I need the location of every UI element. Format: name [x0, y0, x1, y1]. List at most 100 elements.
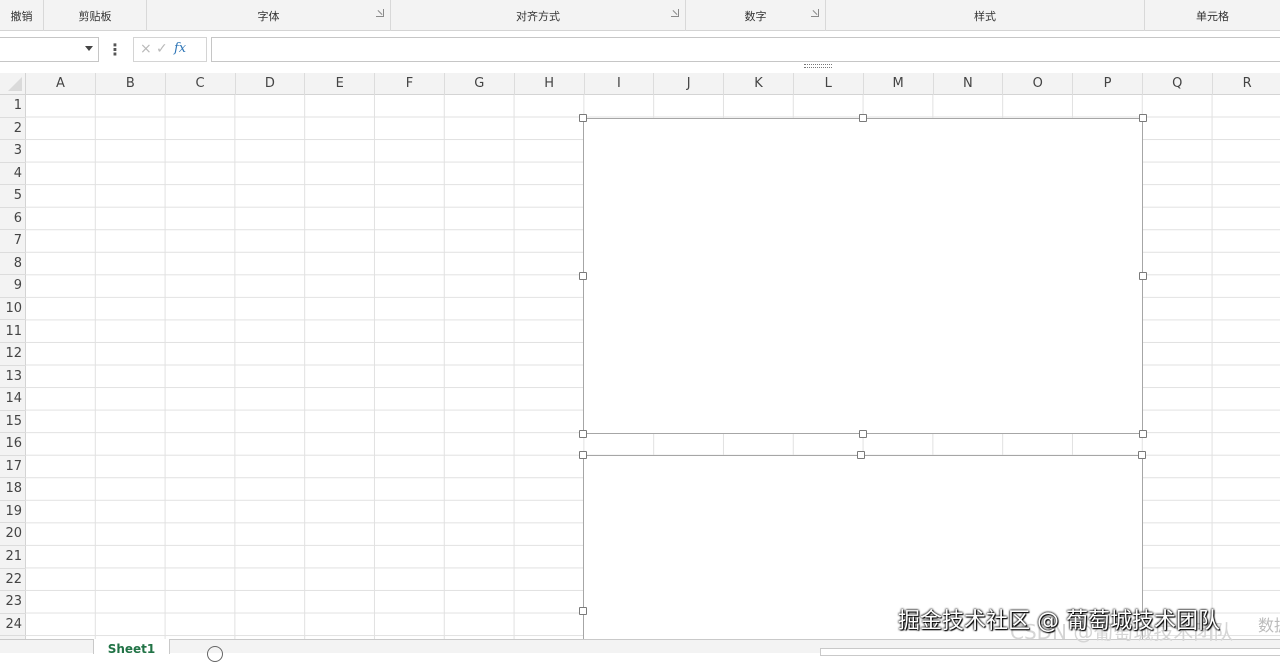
name-box[interactable]: [0, 37, 99, 62]
row-header[interactable]: 19: [0, 501, 26, 524]
formula-bar: ⋮ × ✓ fx: [0, 31, 1280, 73]
row-number: 1: [13, 98, 22, 113]
row-number: 7: [13, 233, 22, 249]
row-header[interactable]: 24: [0, 614, 26, 637]
resize-handle[interactable]: [1139, 114, 1147, 122]
column-header[interactable]: O: [1003, 73, 1074, 95]
column-header[interactable]: D: [235, 73, 306, 95]
row-number: 10: [5, 300, 22, 316]
row-header[interactable]: 8: [0, 253, 26, 276]
sheet-tab[interactable]: Sheet1: [93, 639, 170, 654]
row-header[interactable]: 22: [0, 569, 26, 592]
row-header[interactable]: 14: [0, 388, 26, 411]
row-number: 9: [13, 278, 22, 294]
row-header[interactable]: 2: [0, 118, 26, 141]
row-header[interactable]: 7: [0, 230, 26, 253]
row-header[interactable]: 15: [0, 411, 26, 434]
column-header[interactable]: J: [654, 73, 725, 95]
column-header[interactable]: P: [1073, 73, 1143, 95]
chart-object[interactable]: [583, 118, 1143, 434]
column-header[interactable]: N: [933, 73, 1004, 95]
resize-handle[interactable]: [1139, 430, 1147, 438]
ribbon-group-label: 剪贴板: [78, 10, 112, 23]
column-header[interactable]: L: [794, 73, 864, 95]
row-number: 19: [5, 503, 22, 519]
formula-buttons: × ✓ fx: [133, 37, 207, 62]
row-headers: 1 2 3 4 5 6 7 8 9 10 11 12 13 14 15 16 17 18 19 20 21 22 23 24: [0, 95, 26, 639]
ribbon-group-alignment[interactable]: 对齐方式: [391, 0, 686, 31]
resize-handle[interactable]: [579, 114, 587, 122]
row-header[interactable]: 10: [0, 298, 26, 321]
row-number: 16: [5, 436, 22, 452]
column-header[interactable]: F: [375, 73, 445, 95]
row-header[interactable]: 17: [0, 456, 26, 479]
row-header[interactable]: 3: [0, 140, 26, 163]
resize-handle[interactable]: [857, 451, 865, 459]
ribbon-group-styles[interactable]: 样式: [826, 0, 1145, 31]
column-header[interactable]: I: [584, 73, 655, 95]
column-header[interactable]: A: [26, 73, 96, 95]
column-header[interactable]: H: [515, 73, 585, 95]
ribbon-group-label: 数字: [744, 10, 767, 23]
row-header[interactable]: 5: [0, 185, 26, 208]
resize-handle[interactable]: [579, 607, 587, 615]
ribbon-group-clipboard[interactable]: 剪贴板: [44, 0, 147, 31]
ribbon-group-label: 样式: [974, 10, 996, 23]
horizontal-scrollbar[interactable]: [820, 648, 1280, 656]
row-header[interactable]: 16: [0, 433, 26, 456]
column-header[interactable]: B: [96, 73, 166, 95]
formula-input[interactable]: [211, 37, 1280, 62]
row-header[interactable]: 20: [0, 523, 26, 546]
row-header[interactable]: 23: [0, 591, 26, 614]
column-header[interactable]: E: [305, 73, 376, 95]
dialog-launcher-icon[interactable]: [376, 9, 384, 17]
row-header[interactable]: 4: [0, 163, 26, 186]
dialog-launcher-icon[interactable]: [671, 9, 679, 17]
add-sheet-icon[interactable]: [207, 646, 223, 662]
resize-handle[interactable]: [1139, 272, 1147, 280]
row-header[interactable]: 6: [0, 208, 26, 231]
dialog-launcher-icon[interactable]: [811, 9, 819, 17]
resize-handle[interactable]: [579, 272, 587, 280]
row-number: 24: [5, 616, 22, 632]
ribbon-group-font[interactable]: 字体: [147, 0, 391, 31]
select-all-button[interactable]: [0, 73, 26, 95]
row-number: 6: [13, 210, 22, 226]
column-header[interactable]: R: [1213, 73, 1280, 95]
resize-handle[interactable]: [859, 114, 867, 122]
row-number: 21: [5, 549, 22, 564]
row-header[interactable]: 9: [0, 275, 26, 298]
formula-bar-resize-handle[interactable]: [804, 64, 832, 68]
check-icon[interactable]: ✓: [156, 41, 168, 57]
row-header[interactable]: 21: [0, 546, 26, 569]
cancel-icon[interactable]: ×: [140, 41, 152, 57]
resize-handle[interactable]: [859, 430, 867, 438]
column-header[interactable]: C: [166, 73, 236, 95]
column-header[interactable]: G: [445, 73, 515, 95]
row-number: 4: [13, 165, 22, 181]
ribbon-group-cells[interactable]: 单元格: [1145, 0, 1280, 31]
row-header[interactable]: 11: [0, 321, 26, 343]
column-header[interactable]: Q: [1143, 73, 1213, 95]
resize-handle[interactable]: [579, 451, 587, 459]
ribbon-group-label: 字体: [257, 10, 280, 23]
watermark-text: 掘金技术社区 @ 葡萄城技术团队: [898, 609, 1220, 634]
more-options-icon[interactable]: ⋮: [107, 39, 123, 61]
ribbon-group-undo[interactable]: 撤销: [0, 0, 44, 31]
chevron-down-icon[interactable]: [85, 46, 93, 51]
row-number: 11: [5, 323, 22, 339]
ribbon-group-strip: 撤销 剪贴板 字体 对齐方式 数字 样式 单元格: [0, 0, 1280, 31]
row-header[interactable]: 1: [0, 95, 26, 118]
row-header[interactable]: 12: [0, 343, 26, 366]
resize-handle[interactable]: [579, 430, 587, 438]
ribbon-group-number[interactable]: 数字: [686, 0, 826, 31]
row-number: 14: [5, 391, 22, 407]
resize-handle[interactable]: [1138, 451, 1146, 459]
row-header[interactable]: 18: [0, 478, 26, 501]
insert-function-button[interactable]: fx: [174, 41, 186, 56]
row-number: 23: [5, 594, 22, 610]
column-header[interactable]: M: [864, 73, 934, 95]
column-header[interactable]: K: [724, 73, 794, 95]
row-header[interactable]: 13: [0, 366, 26, 389]
row-number: 2: [13, 120, 22, 136]
